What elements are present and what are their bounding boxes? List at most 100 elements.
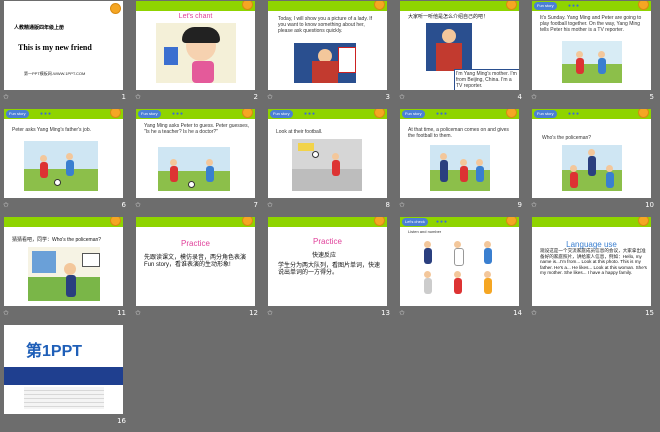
slide-preview[interactable]: 大家听一听他是怎么介绍自己的吧！ I'm Yang Ming's mother.… [400,1,519,90]
slide-text: 学生分为两大队列，看图片单词，快速说出单词的一方得分。 [278,263,381,276]
star-icon[interactable]: ✩ [135,309,141,317]
header-bar [400,1,519,11]
slide-thumbnail-10[interactable]: Fun story ●●● Who's the policeman? ✩ 10 [528,108,660,216]
slide-subtitle: This is my new friend [18,43,92,52]
dots-icon: ●●● [436,111,449,117]
reporter-photo [294,43,356,83]
slide-number: 14 [513,309,522,317]
slide-preview[interactable]: Let's check ●●● Listen and number [400,217,519,306]
star-icon[interactable]: ✩ [399,309,405,317]
header-bar [136,217,255,227]
header-bar [268,1,387,11]
header-bar [532,217,651,227]
dots-icon: ●●● [304,111,317,117]
slide-preview[interactable]: 猜猜看吧，同学：Who's the policeman? [4,217,123,306]
slide-number: 13 [381,309,390,317]
header-bar: Fun story ●●● [268,109,387,119]
slide-thumbnail-7[interactable]: Fun story ●●● Yang Ming asks Peter to gu… [132,108,264,216]
slide-number: 16 [117,417,126,425]
dots-icon: ●●● [436,219,449,225]
slide-preview[interactable]: Practice 先跟读课文，模仿录音，两分角色表演Fun story，看谁表演… [136,217,255,306]
slide-thumbnail-2[interactable]: Let's chant ✩ 2 [132,0,264,108]
slide-text: At that time, a policeman comes on and g… [408,127,509,139]
slide-thumbnail-5[interactable]: Fun story ●●● It's Sunday. Yang Ming and… [528,0,660,108]
slide-number: 3 [385,93,390,101]
star-icon[interactable]: ✩ [267,93,273,101]
slide-number: 6 [121,201,126,209]
dots-icon: ●●● [568,111,581,117]
slide-preview[interactable]: Fun story ●●● Look at their football. [268,109,387,198]
slide-number: 11 [117,309,126,317]
star-icon[interactable]: ✩ [3,201,9,209]
header-bar: Fun story ●●● [532,109,651,119]
slide-number: 10 [645,201,654,209]
story-picture [292,139,362,191]
header-bar [4,217,123,227]
dots-icon: ●●● [172,111,185,117]
slide-preview[interactable]: Practice 快速反应 学生分为两大队列，看图片单词，快速说出单词的一方得分… [268,217,387,306]
section-tag: Let's check [402,218,428,226]
slide-preview[interactable]: Fun story ●●● Yang Ming asks Peter to gu… [136,109,255,198]
slide-preview[interactable]: Let's chant [136,1,255,90]
slide-thumbnail-9[interactable]: Fun story ●●● At that time, a policeman … [396,108,528,216]
job-icons-grid [416,235,506,299]
slide-preview[interactable]: 人教精通版四年级上册 This is my new friend 第一PPT模板… [4,1,123,90]
slide-text: Peter asks Yang Ming's father's job. [12,127,91,133]
star-icon[interactable]: ✩ [531,309,537,317]
slide-title: 人教精通版四年级上册 [14,25,65,31]
star-icon[interactable]: ✩ [135,93,141,101]
section-tag: Fun story [402,110,425,118]
slide-thumbnail-13[interactable]: Practice 快速反应 学生分为两大队列，看图片单词，快速说出单词的一方得分… [264,216,396,324]
slide-thumbnail-6[interactable]: Fun story ●●● Peter asks Yang Ming's fat… [0,108,132,216]
star-icon[interactable]: ✩ [531,201,537,209]
slide-text: Today, I will show you a picture of a la… [278,16,373,34]
slide-thumbnail-11[interactable]: 猜猜看吧，同学：Who's the policeman? ✩ 11 [0,216,132,324]
header-bar: Fun story ●●● [532,1,651,11]
slide-number: 7 [253,201,258,209]
slide-thumbnail-14[interactable]: Let's check ●●● Listen and number ✩ 14 [396,216,528,324]
section-tag: Fun story [534,110,557,118]
story-picture [28,247,100,301]
slide-preview[interactable]: Fun story ●●● It's Sunday. Yang Ming and… [532,1,651,90]
slide-footer: 第一PPT模板网-WWW.1PPT.COM [24,71,86,76]
banner [4,367,123,385]
star-icon[interactable]: ✩ [135,201,141,209]
slide-thumbnail-1[interactable]: 人教精通版四年级上册 This is my new friend 第一PPT模板… [0,0,132,108]
slide-preview[interactable]: Today, I will show you a picture of a la… [268,1,387,90]
slide-thumbnail-4[interactable]: 大家听一听他是怎么介绍自己的吧！ I'm Yang Ming's mother.… [396,0,528,108]
slide-thumbnail-8[interactable]: Fun story ●●● Look at their football. ✩ … [264,108,396,216]
header-bar: Fun story ●●● [4,109,123,119]
slide-preview[interactable]: 第1PPT [4,325,123,414]
chant-illustration [156,23,236,83]
section-tag: Fun story [6,110,29,118]
slide-thumbnail-15[interactable]: Language use 观设这是一个交流家庭成员信息的会议，大家拿出准备好的家… [528,216,660,324]
star-icon[interactable]: ✩ [3,93,9,101]
header-bar [268,217,387,227]
slide-preview[interactable]: Language use 观设这是一个交流家庭成员信息的会议，大家拿出准备好的家… [532,217,651,306]
star-icon[interactable]: ✩ [399,93,405,101]
star-icon[interactable]: ✩ [399,201,405,209]
orange-icon [110,3,121,14]
story-picture [24,141,98,191]
dots-icon: ●●● [568,3,581,9]
slide-preview[interactable]: Fun story ●●● At that time, a policeman … [400,109,519,198]
story-picture [158,147,230,191]
slide-heading: Practice [181,239,210,248]
slide-heading: Practice [313,237,342,246]
star-icon[interactable]: ✩ [267,201,273,209]
star-icon[interactable]: ✩ [267,309,273,317]
story-picture [562,41,622,83]
slide-preview[interactable]: Fun story ●●● Peter asks Yang Ming's fat… [4,109,123,198]
slide-thumbnail-3[interactable]: Today, I will show you a picture of a la… [264,0,396,108]
section-tag: Fun story [270,110,293,118]
slide-preview[interactable]: Fun story ●●● Who's the policeman? [532,109,651,198]
star-icon[interactable]: ✩ [3,309,9,317]
header-bar [136,1,255,11]
slide-number: 9 [517,201,522,209]
star-icon[interactable]: ✩ [531,93,537,101]
slide-thumbnail-12[interactable]: Practice 先跟读课文，模仿录音，两分角色表演Fun story，看谁表演… [132,216,264,324]
slide-thumbnail-16[interactable]: 第1PPT 16 [0,324,132,432]
section-tag: Fun story [138,110,161,118]
header-bar: Let's check ●●● [400,217,519,227]
section-tag: Fun story [534,2,557,10]
